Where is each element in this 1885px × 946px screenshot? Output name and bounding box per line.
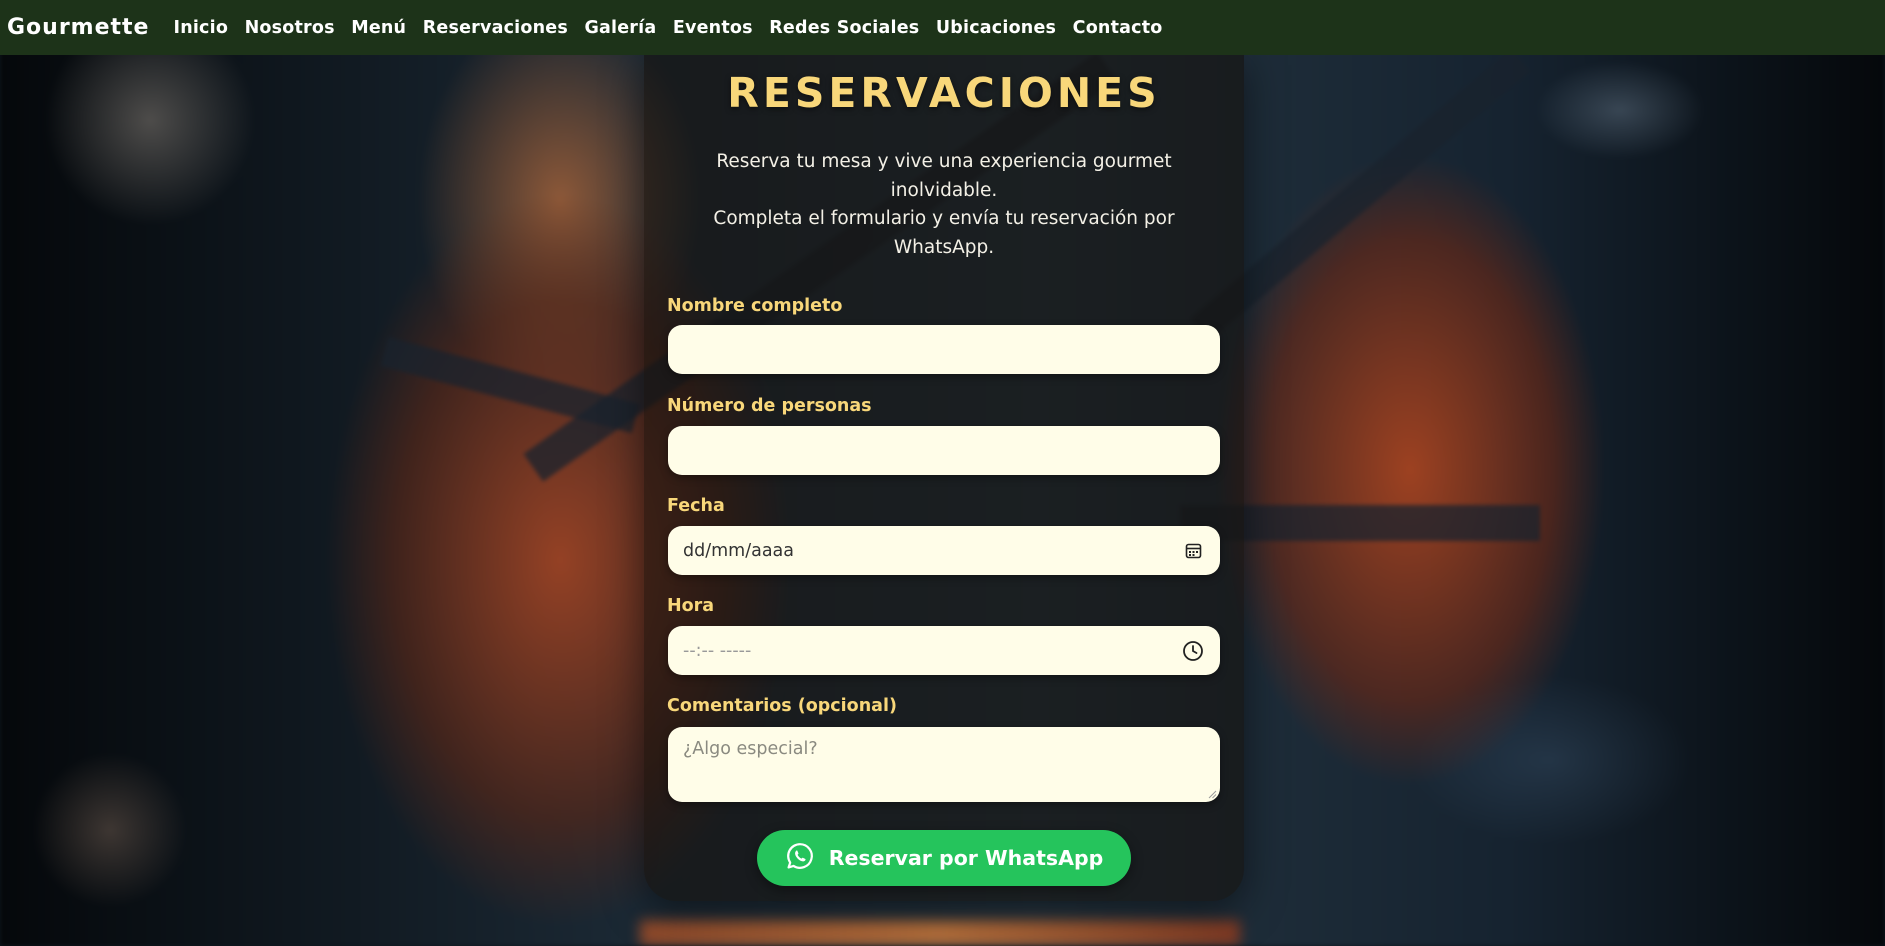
- intro-line-1: Reserva tu mesa y vive una experiencia g…: [716, 151, 1172, 201]
- time-placeholder: --:-- -----: [683, 640, 752, 661]
- date-label: Fecha: [667, 496, 725, 516]
- nav-item-galeria[interactable]: Galería: [584, 18, 656, 38]
- resize-grip-icon[interactable]: [1207, 789, 1217, 799]
- nav-item-contacto[interactable]: Contacto: [1073, 18, 1163, 38]
- reservation-card: RESERVACIONES Reserva tu mesa y vive una…: [644, 55, 1244, 901]
- nav-item-reservaciones[interactable]: Reservaciones: [423, 18, 568, 38]
- top-navbar: Gourmette Inicio Nosotros Menú Reservaci…: [0, 0, 1885, 55]
- brand-logo[interactable]: Gourmette: [7, 15, 149, 40]
- whatsapp-icon: [785, 841, 815, 875]
- nav-item-nosotros[interactable]: Nosotros: [245, 18, 335, 38]
- nav-item-redes-sociales[interactable]: Redes Sociales: [769, 18, 919, 38]
- people-label: Número de personas: [667, 396, 872, 416]
- comments-placeholder: ¿Algo especial?: [683, 739, 818, 759]
- intro-line-2: Completa el formulario y envía tu reserv…: [713, 208, 1175, 258]
- nav-item-menu[interactable]: Menú: [351, 18, 406, 38]
- people-input[interactable]: [668, 426, 1220, 475]
- reservation-intro: Reserva tu mesa y vive una experiencia g…: [694, 148, 1194, 262]
- calendar-icon[interactable]: [1181, 539, 1205, 563]
- time-label: Hora: [667, 596, 715, 616]
- nav-item-ubicaciones[interactable]: Ubicaciones: [936, 18, 1056, 38]
- reserve-whatsapp-label: Reservar por WhatsApp: [828, 846, 1104, 870]
- name-input[interactable]: [668, 325, 1220, 374]
- nav-item-eventos[interactable]: Eventos: [673, 18, 753, 38]
- page-title: RESERVACIONES: [727, 69, 1161, 117]
- comments-textarea[interactable]: ¿Algo especial?: [668, 727, 1220, 802]
- time-input[interactable]: --:-- -----: [668, 626, 1220, 675]
- reserve-whatsapp-button[interactable]: Reservar por WhatsApp: [757, 830, 1131, 886]
- date-input[interactable]: dd/mm/aaaa: [668, 526, 1220, 575]
- name-label: Nombre completo: [667, 296, 843, 316]
- nav-item-inicio[interactable]: Inicio: [173, 18, 228, 38]
- comments-label: Comentarios (opcional): [667, 696, 897, 716]
- clock-icon[interactable]: [1181, 639, 1205, 663]
- date-placeholder: dd/mm/aaaa: [683, 540, 794, 561]
